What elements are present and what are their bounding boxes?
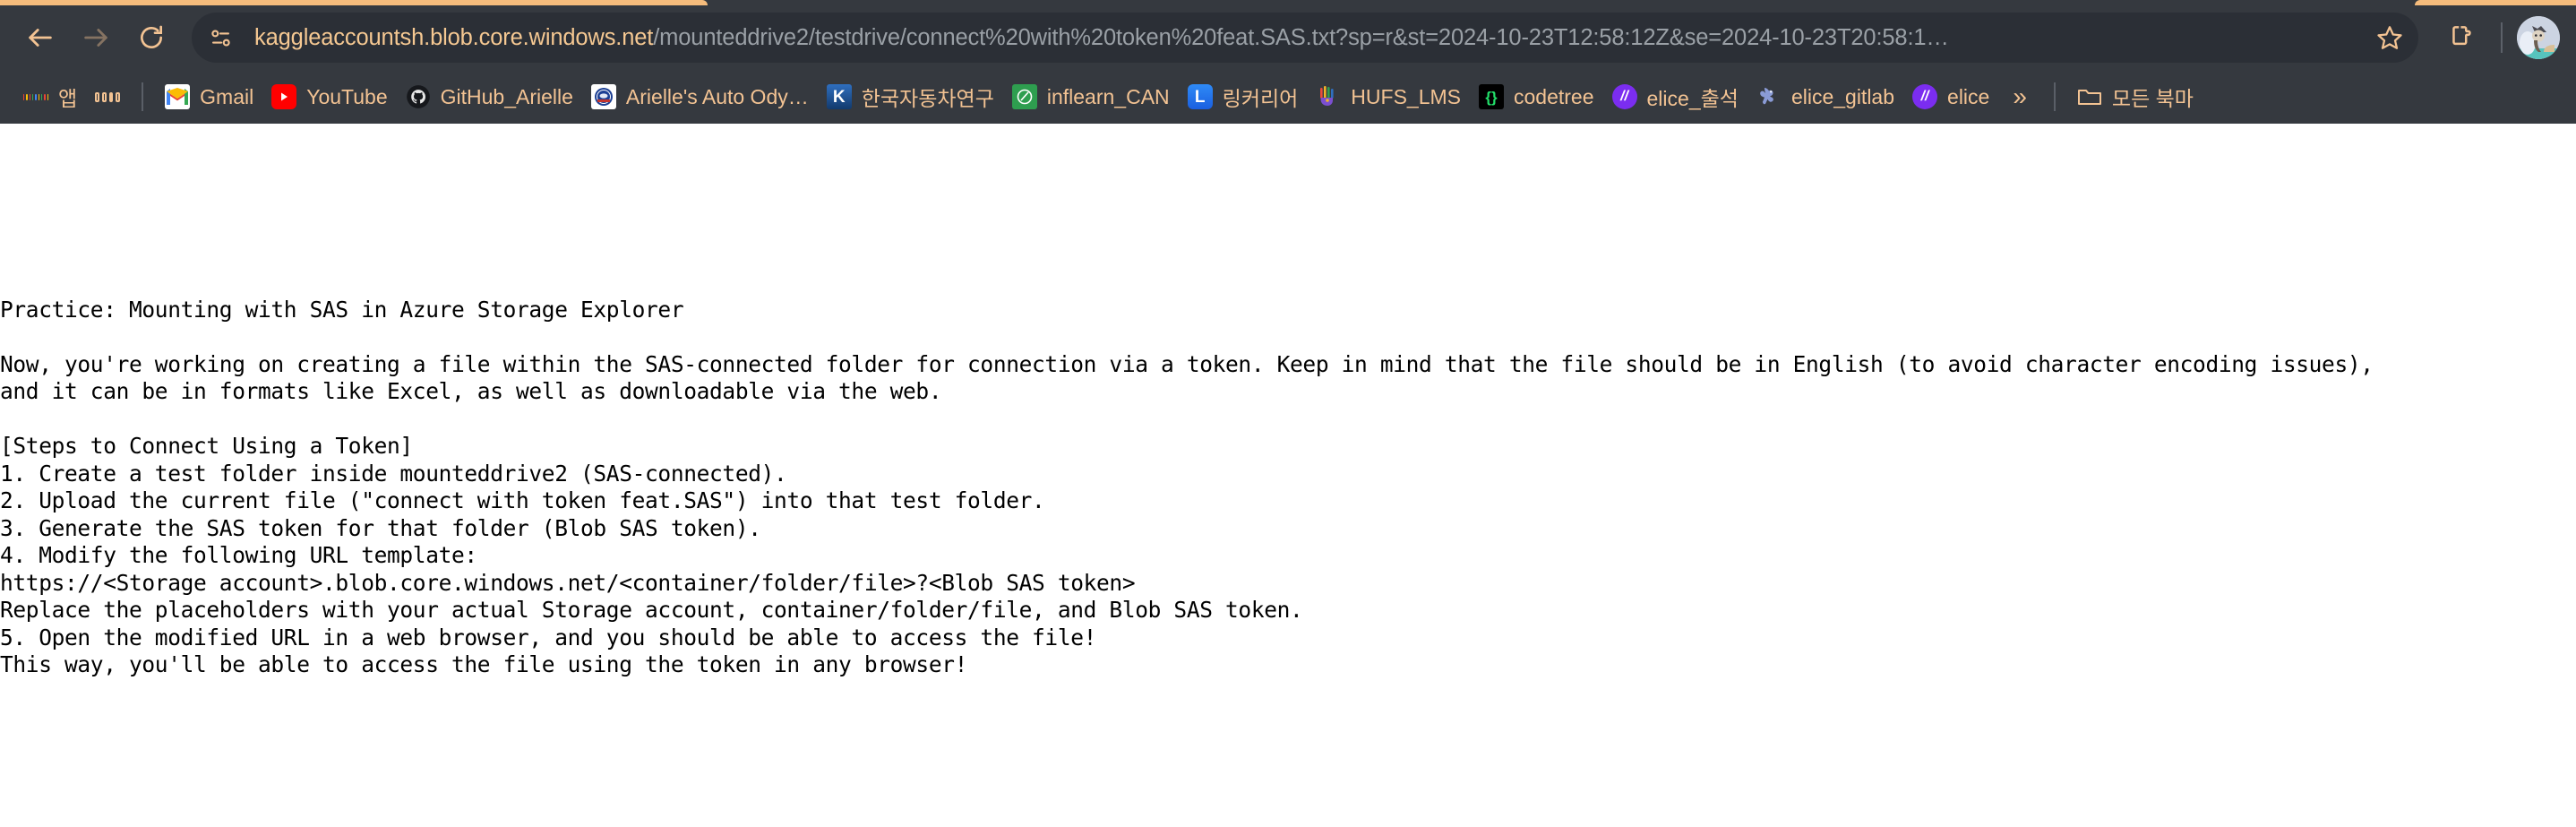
star-icon [2377, 26, 2402, 49]
tab-strip-right-lip [2415, 0, 2576, 5]
all-bookmarks-label: 모든 북마 [2111, 87, 2194, 110]
grid-squares-icon [95, 84, 121, 109]
all-bookmarks-button[interactable]: 모든 북마 [2068, 77, 2202, 116]
bookmark-grid-toggle[interactable] [86, 77, 129, 116]
odyssey-icon [590, 84, 616, 109]
site-info-button[interactable] [199, 16, 242, 59]
folder-icon [2077, 84, 2102, 109]
back-button[interactable] [13, 10, 68, 65]
gitlab-icon [1756, 84, 1782, 109]
gmail-envelope-icon [167, 88, 189, 105]
page-viewport: Practice: Mounting with SAS in Azure Sto… [0, 124, 2576, 827]
browser-window: kaggleaccountsh.blob.core.windows.net/mo… [0, 0, 2576, 827]
odyssey-badge-icon [591, 85, 615, 108]
tab-strip-edge [0, 0, 2576, 5]
gitlab-fox-icon [1760, 88, 1773, 105]
forward-arrow-icon [84, 29, 107, 47]
bookmark-label: elice_gitlab [1790, 84, 1895, 108]
bookmarks-bar: 앱 Gmail YouTube GitHub_Arielle Arielle's… [0, 70, 2576, 124]
kautoresearch-icon: K [826, 84, 852, 109]
bookmark-item-elice-gitlab[interactable]: elice_gitlab [1747, 77, 1903, 116]
elice-icon: // [1912, 84, 1938, 109]
bookmark-label: 한국자동차연구 [861, 87, 994, 110]
bookmark-item-auto-odyssey[interactable]: Arielle's Auto Ody… [582, 77, 818, 116]
plaintext-document: Practice: Mounting with SAS in Azure Sto… [0, 296, 2374, 678]
folder-outline-icon [2077, 90, 2101, 105]
url-text[interactable]: kaggleaccountsh.blob.core.windows.net/mo… [254, 25, 2366, 51]
bookmark-label: Arielle's Auto Ody… [625, 84, 809, 108]
github-cat-icon [406, 85, 430, 108]
bookmark-label: elice_출석 [1646, 87, 1739, 110]
browser-toolbar: kaggleaccountsh.blob.core.windows.net/mo… [0, 5, 2576, 70]
bookmarks-divider-right [2053, 82, 2056, 111]
apps-grid-icon [23, 84, 48, 109]
inflearn-leaf-icon [1017, 89, 1033, 105]
colored-hand-icon [1320, 86, 1334, 106]
reload-button[interactable] [124, 10, 179, 65]
url-host: kaggleaccountsh.blob.core.windows.net [254, 24, 654, 50]
hufs-lms-icon [1316, 84, 1341, 109]
codetree-icon: {} [1479, 84, 1504, 109]
bookmark-item-linkareer[interactable]: L 링커리어 [1179, 77, 1308, 116]
page-info-icon [210, 29, 230, 47]
linkareer-icon: L [1187, 84, 1213, 109]
url-path: /mounteddrive2/testdrive/connect%20with%… [653, 24, 1949, 50]
avatar-cat-icon [2517, 16, 2560, 59]
bookmark-label: 링커리어 [1222, 87, 1299, 110]
puzzle-piece-icon [2451, 25, 2471, 45]
bookmarks-divider [142, 82, 144, 111]
bookmark-label: YouTube [306, 84, 388, 108]
bookmark-item-inflearn-can[interactable]: inflearn_CAN [1003, 77, 1179, 116]
inflearn-icon [1011, 84, 1037, 109]
icon-letter: K [832, 87, 846, 107]
bookmark-item-hufs-lms[interactable]: HUFS_LMS [1307, 77, 1470, 116]
bookmark-item-codetree[interactable]: {} codetree [1470, 77, 1603, 116]
bookmark-apps-label: 앱 [58, 87, 78, 110]
gmail-icon [165, 84, 191, 109]
bookmark-apps[interactable]: 앱 [14, 77, 86, 116]
bookmark-item-github[interactable]: GitHub_Arielle [397, 77, 582, 116]
bookmark-star-button[interactable] [2366, 14, 2413, 61]
bookmarks-overflow-button[interactable]: » [1998, 84, 2041, 109]
bookmark-item-gmail[interactable]: Gmail [156, 77, 262, 116]
reload-icon [141, 25, 162, 48]
github-icon [406, 84, 431, 109]
address-bar[interactable]: kaggleaccountsh.blob.core.windows.net/mo… [192, 13, 2418, 63]
bookmark-item-elice[interactable]: // elice [1903, 77, 1998, 116]
bookmark-item-youtube[interactable]: YouTube [262, 77, 396, 116]
elice-icon: // [1611, 84, 1637, 109]
bookmark-label: Gmail [200, 84, 254, 108]
bookmark-label: GitHub_Arielle [440, 84, 573, 108]
youtube-icon [271, 84, 297, 109]
back-arrow-icon [29, 29, 52, 47]
bookmark-label: codetree [1514, 84, 1594, 108]
forward-button[interactable] [68, 10, 124, 65]
extensions-button[interactable] [2438, 13, 2486, 62]
icon-letter: L [1194, 87, 1206, 107]
icon-letter: {} [1485, 88, 1498, 106]
bookmark-item-korea-auto-research[interactable]: K 한국자동차연구 [818, 77, 1003, 116]
bookmark-label: HUFS_LMS [1351, 84, 1461, 108]
active-tab-lip[interactable] [0, 0, 708, 5]
toolbar-divider [2501, 22, 2503, 53]
icon-letter: // [1920, 89, 1929, 104]
play-triangle-icon [281, 92, 288, 101]
profile-avatar[interactable] [2517, 16, 2560, 59]
icon-letter: // [1620, 89, 1628, 104]
bookmark-item-elice-attendance[interactable]: // elice_출석 [1603, 77, 1747, 116]
bookmark-label: inflearn_CAN [1046, 84, 1170, 108]
bookmark-label: elice [1947, 84, 1990, 108]
